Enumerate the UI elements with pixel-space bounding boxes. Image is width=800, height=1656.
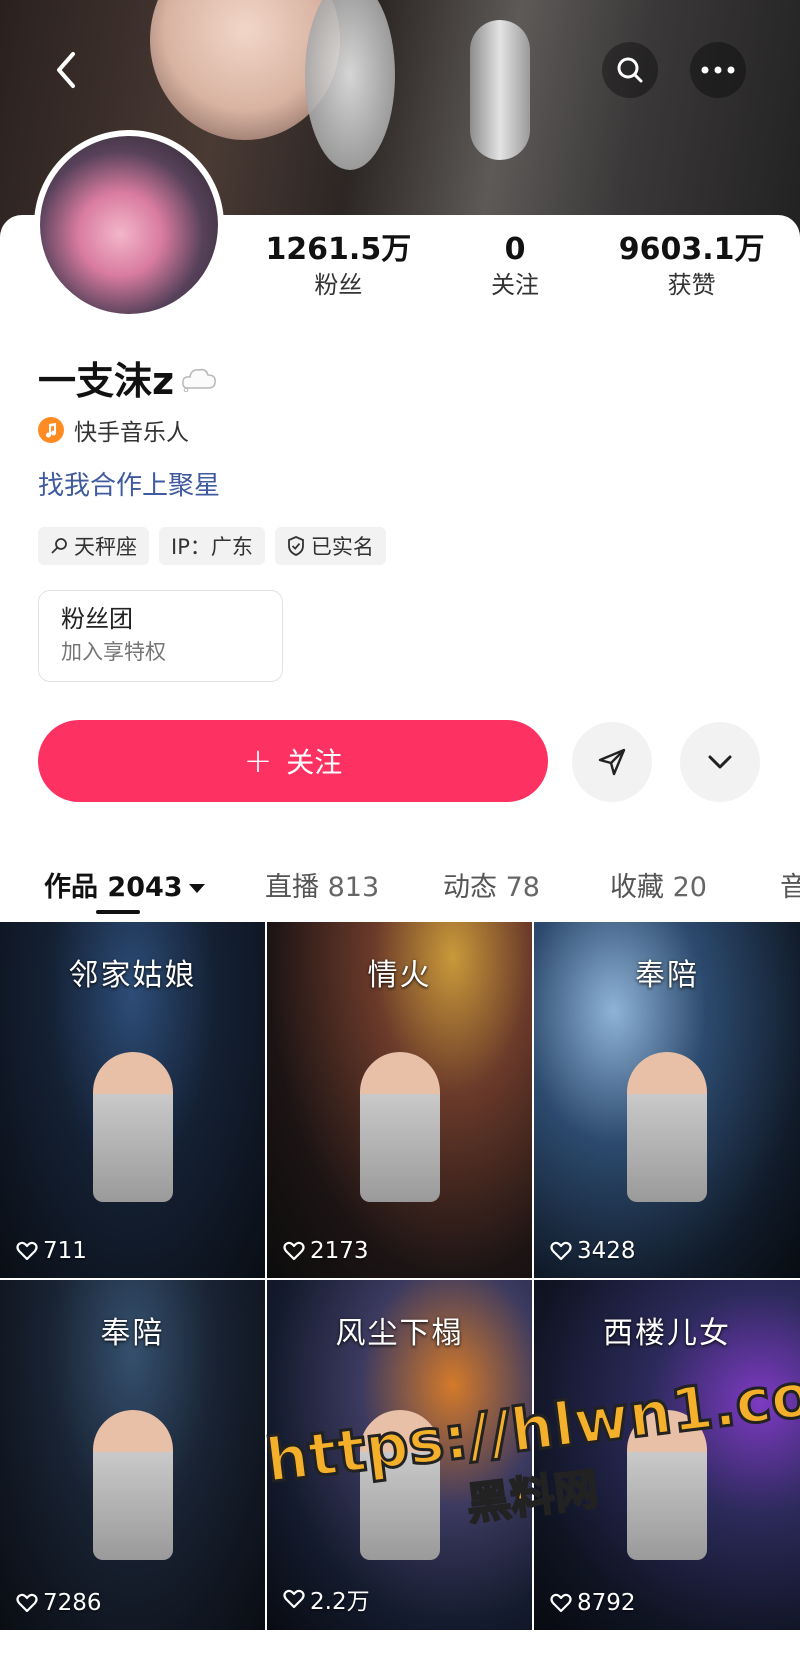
banner-photo-pop-filter xyxy=(305,0,395,170)
heart-icon xyxy=(16,1241,38,1261)
badge-label: 快手音乐人 xyxy=(74,420,189,446)
video-card[interactable]: 奉陪 7286 xyxy=(0,1280,265,1630)
stat-following[interactable]: 0 关注 xyxy=(427,232,604,302)
stat-value: 1261.5万 xyxy=(265,232,412,267)
tab-count: 78 xyxy=(505,872,540,903)
video-title: 奉陪 xyxy=(635,958,699,993)
back-icon xyxy=(57,52,75,88)
expand-button[interactable] xyxy=(680,722,760,802)
stat-label: 关注 xyxy=(491,271,539,299)
video-card[interactable]: 奉陪 3428 xyxy=(534,922,800,1278)
avatar[interactable] xyxy=(34,130,224,320)
tag-label: IP：广东 xyxy=(171,535,253,559)
video-title: 奉陪 xyxy=(100,1316,165,1351)
tag-zodiac: 天秤座 xyxy=(38,527,149,565)
heart-icon xyxy=(283,1589,305,1609)
heart-icon xyxy=(550,1593,572,1613)
tag-verified: 已实名 xyxy=(274,527,386,565)
video-card[interactable]: 邻家姑娘 711 xyxy=(0,922,265,1278)
video-thumbnail-singer xyxy=(92,1052,173,1202)
tag-label: 已实名 xyxy=(310,535,374,559)
zodiac-icon xyxy=(51,538,67,554)
heart-icon xyxy=(283,1241,305,1261)
heart-icon xyxy=(550,1241,572,1261)
stat-likes[interactable]: 9603.1万 获赞 xyxy=(603,232,780,302)
tag-ip-location: IP：广东 xyxy=(159,527,265,565)
stat-label: 粉丝 xyxy=(314,271,363,299)
profile-tags: 天秤座 IP：广东 已实名 xyxy=(38,527,386,565)
stat-label: 获赞 xyxy=(667,271,716,299)
likes-count: 3428 xyxy=(577,1238,636,1264)
fan-club-title: 粉丝团 xyxy=(61,605,133,633)
tab-count: 813 xyxy=(327,872,380,903)
tab-music[interactable]: 音 xyxy=(780,865,800,904)
tab-label: 动态 xyxy=(443,872,497,903)
music-note-icon xyxy=(38,417,64,443)
video-likes: 711 xyxy=(16,1238,87,1264)
more-button[interactable] xyxy=(690,42,746,98)
caret-down-icon xyxy=(188,884,205,893)
tab-label: 音 xyxy=(780,872,800,903)
active-tab-indicator xyxy=(96,910,140,914)
tab-favorites[interactable]: 收藏 20 xyxy=(610,865,707,904)
video-likes: 2173 xyxy=(283,1238,369,1264)
video-thumbnail-singer xyxy=(627,1052,707,1202)
content-tabs: 作品 2043 直播 813 动态 78 收藏 20 音 xyxy=(0,855,800,915)
video-likes: 2.2万 xyxy=(283,1582,370,1616)
likes-count: 2.2万 xyxy=(310,1589,370,1615)
tab-count: 20 xyxy=(672,872,707,903)
heart-icon xyxy=(16,1593,38,1613)
video-thumbnail-singer xyxy=(359,1052,440,1202)
profile-name-row: 一支沫z xyxy=(38,350,218,405)
stat-value: 9603.1万 xyxy=(618,232,765,267)
musician-badge[interactable]: 快手音乐人 xyxy=(38,413,189,447)
video-likes: 3428 xyxy=(550,1238,636,1264)
tab-label: 收藏 xyxy=(610,872,664,903)
back-button[interactable] xyxy=(38,42,94,98)
business-cooperation-link[interactable]: 找我合作上聚星 xyxy=(38,465,220,502)
shield-check-icon xyxy=(287,536,304,556)
tab-label: 直播 xyxy=(265,872,319,903)
video-thumbnail-singer xyxy=(92,1410,173,1560)
avatar-image xyxy=(40,136,218,314)
video-title: 邻家姑娘 xyxy=(68,958,197,993)
fan-club-subtitle: 加入享特权 xyxy=(61,640,166,664)
fan-club-card[interactable]: 粉丝团 加入享特权 xyxy=(38,590,283,682)
search-icon xyxy=(617,57,643,83)
send-icon xyxy=(598,748,626,776)
likes-count: 711 xyxy=(43,1238,87,1264)
tab-count: 2043 xyxy=(107,872,183,903)
chevron-down-icon xyxy=(708,755,732,769)
video-card[interactable]: 情火 2173 xyxy=(267,922,532,1278)
follow-button[interactable]: + 关注 xyxy=(38,720,548,802)
cloud-icon xyxy=(182,368,216,392)
video-likes: 7286 xyxy=(16,1590,102,1616)
more-icon xyxy=(701,66,735,74)
video-title: 西楼儿女 xyxy=(603,1316,731,1351)
plus-icon: + xyxy=(243,741,273,781)
stat-followers[interactable]: 1261.5万 粉丝 xyxy=(250,232,427,302)
likes-count: 2173 xyxy=(310,1238,369,1264)
follow-label: 关注 xyxy=(286,746,343,779)
tag-label: 天秤座 xyxy=(74,535,137,559)
share-button[interactable] xyxy=(572,722,652,802)
likes-count: 7286 xyxy=(43,1590,102,1616)
video-likes: 8792 xyxy=(550,1590,636,1616)
video-title: 风尘下榻 xyxy=(335,1316,464,1351)
tab-live[interactable]: 直播 813 xyxy=(265,865,379,904)
banner-photo-microphone xyxy=(470,20,530,160)
tab-moments[interactable]: 动态 78 xyxy=(443,865,540,904)
tab-works[interactable]: 作品 2043 xyxy=(44,865,205,904)
tab-label: 作品 xyxy=(44,872,98,903)
profile-stats: 1261.5万 粉丝 0 关注 9603.1万 获赞 xyxy=(250,232,780,302)
profile-name: 一支沫z xyxy=(38,359,175,403)
search-button[interactable] xyxy=(602,42,658,98)
likes-count: 8792 xyxy=(577,1590,636,1616)
stat-value: 0 xyxy=(504,232,526,267)
video-title: 情火 xyxy=(367,958,432,993)
